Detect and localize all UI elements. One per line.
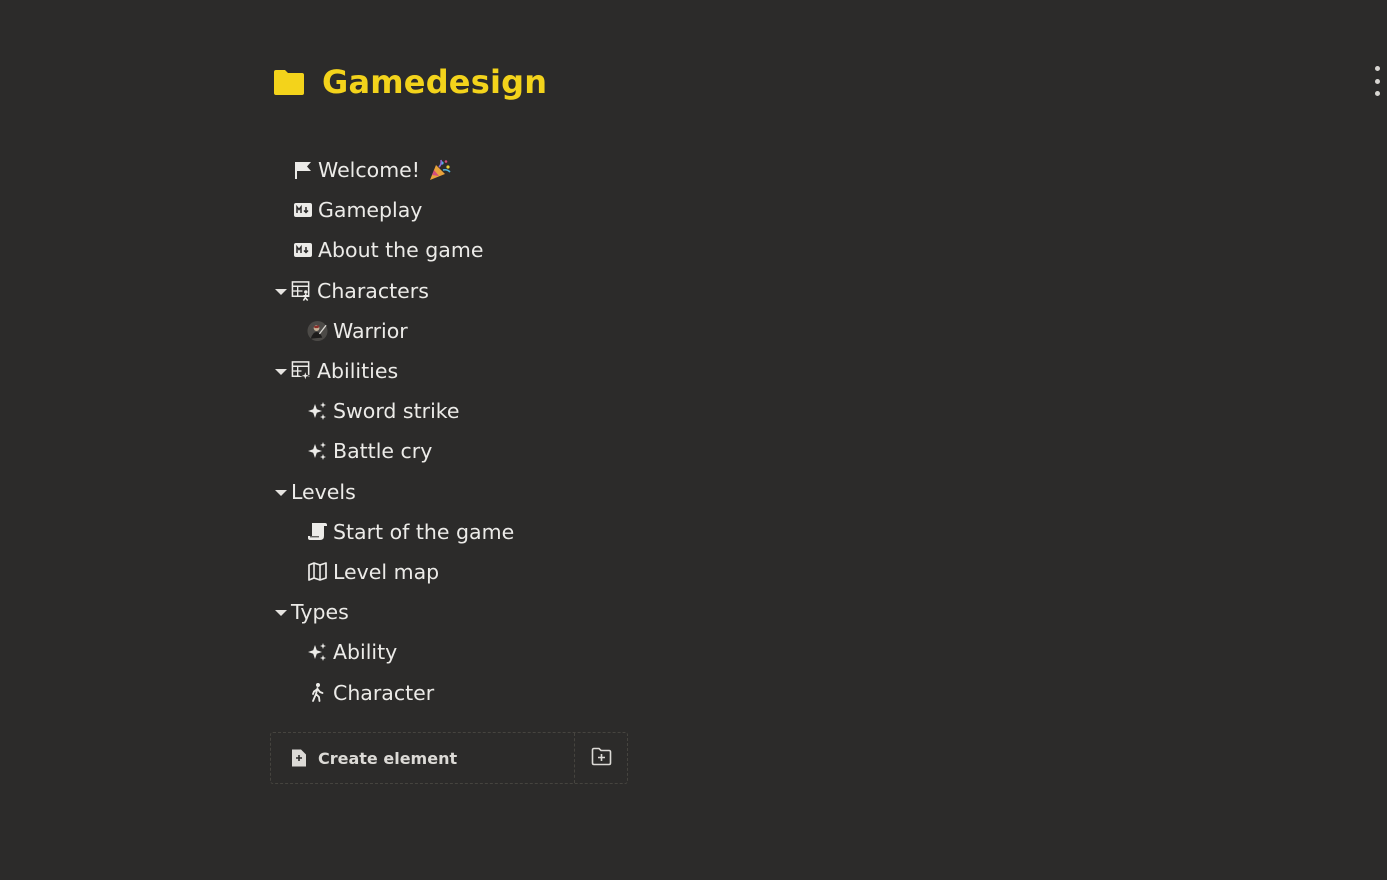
create-element-button[interactable]: Create element — [271, 733, 574, 783]
caret-down-icon[interactable] — [275, 610, 287, 617]
caret-down-icon[interactable] — [275, 369, 287, 376]
tree-item-ability[interactable]: Ability — [273, 632, 653, 672]
tree-item-label: Welcome! — [318, 158, 420, 183]
map-icon — [307, 561, 328, 582]
scroll-icon — [307, 521, 328, 542]
party-popper-icon — [428, 159, 452, 181]
tree-item-sword-strike[interactable]: Sword strike — [273, 391, 653, 431]
tree-item-level-map[interactable]: Level map — [273, 552, 653, 592]
tree-item-label: Sword strike — [333, 399, 460, 424]
tree-item-warrior[interactable]: Warrior — [273, 311, 653, 351]
character-table-icon — [291, 280, 312, 301]
tree-item-label: About the game — [318, 238, 484, 263]
tree-item-character[interactable]: Character — [273, 672, 653, 712]
tree-item-characters[interactable]: Characters — [273, 271, 653, 311]
ability-table-icon — [291, 361, 312, 382]
tree-item-label: Ability — [333, 640, 398, 665]
tree-item-label: Level map — [333, 559, 440, 584]
tree-item-label: Levels — [291, 479, 356, 504]
tree-item-label: Characters — [317, 278, 429, 303]
tree-item-label: Types — [291, 600, 349, 625]
document-tree: Welcome! Gameplay About the game Charact… — [273, 150, 653, 713]
tree-item-start-of-the-game[interactable]: Start of the game — [273, 512, 653, 552]
tree-item-types[interactable]: Types — [273, 592, 653, 632]
app-page: Gamedesign Welcome! Gameplay About the g… — [0, 0, 1387, 880]
caret-down-icon[interactable] — [275, 288, 287, 295]
page-header: Gamedesign — [273, 60, 547, 104]
caret-down-icon[interactable] — [275, 489, 287, 496]
tree-item-label: Warrior — [333, 318, 408, 343]
tree-item-label: Abilities — [317, 359, 399, 384]
folder-plus-icon — [591, 747, 612, 770]
tree-item-about-the-game[interactable]: About the game — [273, 230, 653, 270]
page-title: Gamedesign — [322, 63, 548, 101]
tree-item-welcome[interactable]: Welcome! — [273, 150, 653, 190]
flag-icon — [292, 160, 313, 181]
more-options-icon[interactable] — [1368, 66, 1387, 96]
markdown-icon — [292, 240, 313, 261]
tree-item-gameplay[interactable]: Gameplay — [273, 190, 653, 230]
file-plus-icon — [288, 748, 309, 769]
tree-item-label: Battle cry — [333, 439, 433, 464]
warrior-avatar-icon — [307, 320, 328, 341]
tree-item-label: Start of the game — [333, 519, 515, 544]
tree-item-abilities[interactable]: Abilities — [273, 351, 653, 391]
folder-icon — [273, 68, 305, 96]
tree-item-label: Gameplay — [318, 198, 423, 223]
sparkles-icon — [307, 401, 328, 422]
create-folder-button[interactable] — [575, 733, 627, 783]
walking-person-icon — [307, 682, 328, 703]
tree-item-battle-cry[interactable]: Battle cry — [273, 431, 653, 471]
create-toolbar: Create element — [270, 732, 628, 784]
sparkles-icon — [307, 441, 328, 462]
create-element-label: Create element — [318, 748, 458, 768]
tree-item-levels[interactable]: Levels — [273, 472, 653, 512]
markdown-icon — [292, 200, 313, 221]
sparkles-icon — [307, 642, 328, 663]
tree-item-label: Character — [333, 680, 435, 705]
